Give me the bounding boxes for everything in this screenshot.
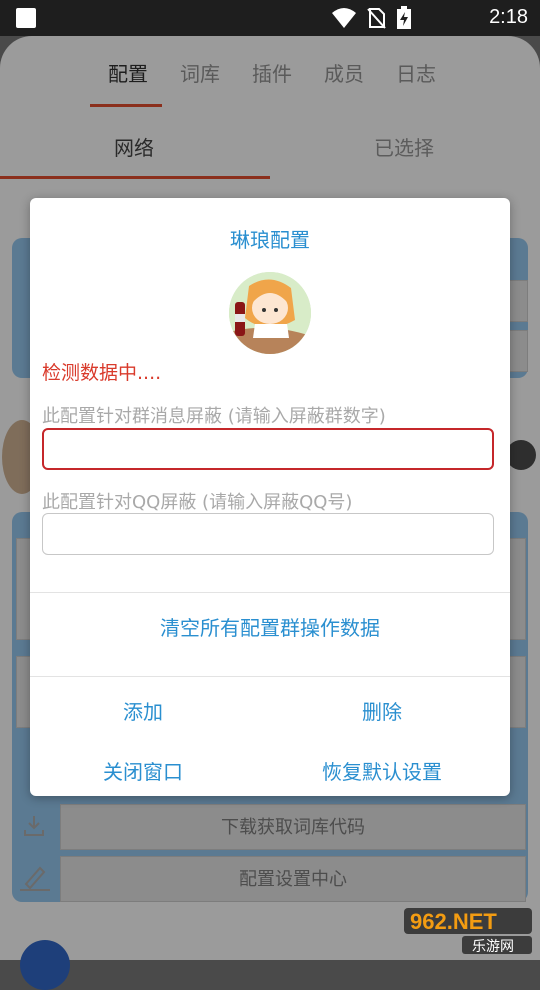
bg-toggle-icon [506,440,536,470]
delete-button[interactable]: 删除 [270,696,494,725]
qq-number-input[interactable] [42,513,494,555]
dialog-title: 琳琅配置 [230,228,310,252]
group-field-label: 此配置针对群消息屏蔽 (请输入屏蔽群数字) [42,406,386,427]
bg-row-settings[interactable]: 配置设置中心 [60,856,526,902]
download-lexicon-label: 下载获取词库代码 [221,817,365,838]
restore-defaults-button[interactable]: 恢复默认设置 [270,756,494,785]
config-center-label: 配置设置中心 [239,869,347,890]
tab-log[interactable]: 日志 [396,58,436,87]
group-id-input[interactable] [42,428,494,470]
close-window-button[interactable]: 关闭窗口 [30,756,256,785]
notification-icon [16,8,36,28]
wifi-icon [332,8,356,28]
config-dialog: 琳琅配置 检测数据中.... 此配置针对群消息屏蔽 (请输入屏蔽群数字) 此配置… [30,198,510,796]
no-sim-icon [367,8,386,29]
add-button[interactable]: 添加 [30,696,256,725]
sub-tabs: 网络 已选择 [0,128,540,182]
edit-icon [18,864,52,897]
qq-field-label: 此配置针对QQ屏蔽 (请输入屏蔽QQ号) [42,492,353,513]
svg-text:962.NET: 962.NET [410,909,497,934]
avatar [229,272,311,354]
active-tab-indicator [90,104,162,107]
bg-bottom-avatar [20,940,70,990]
tab-members[interactable]: 成员 [324,58,364,87]
bg-row-download[interactable]: 下载获取词库代码 [60,804,526,850]
download-icon [22,814,46,843]
tab-config[interactable]: 配置 [108,58,148,87]
subtab-selected[interactable]: 已选择 [374,132,434,161]
active-subtab-indicator [0,176,270,179]
status-text: 检测数据中.... [42,362,162,384]
status-bar: 2:18 [0,0,540,36]
tab-plugins[interactable]: 插件 [252,58,292,87]
watermark-logo: 962.NET 乐游网 [402,906,534,956]
clear-all-data-button[interactable]: 清空所有配置群操作数据 [30,612,510,641]
svg-text:乐游网: 乐游网 [472,939,514,955]
main-tabs: 配置 词库 插件 成员 日志 [0,50,540,110]
divider [30,676,510,677]
clock: 2:18 [489,6,528,28]
tab-lexicon[interactable]: 词库 [180,58,220,87]
battery-charging-icon [397,6,411,29]
subtab-network[interactable]: 网络 [114,132,154,161]
divider [30,592,510,593]
